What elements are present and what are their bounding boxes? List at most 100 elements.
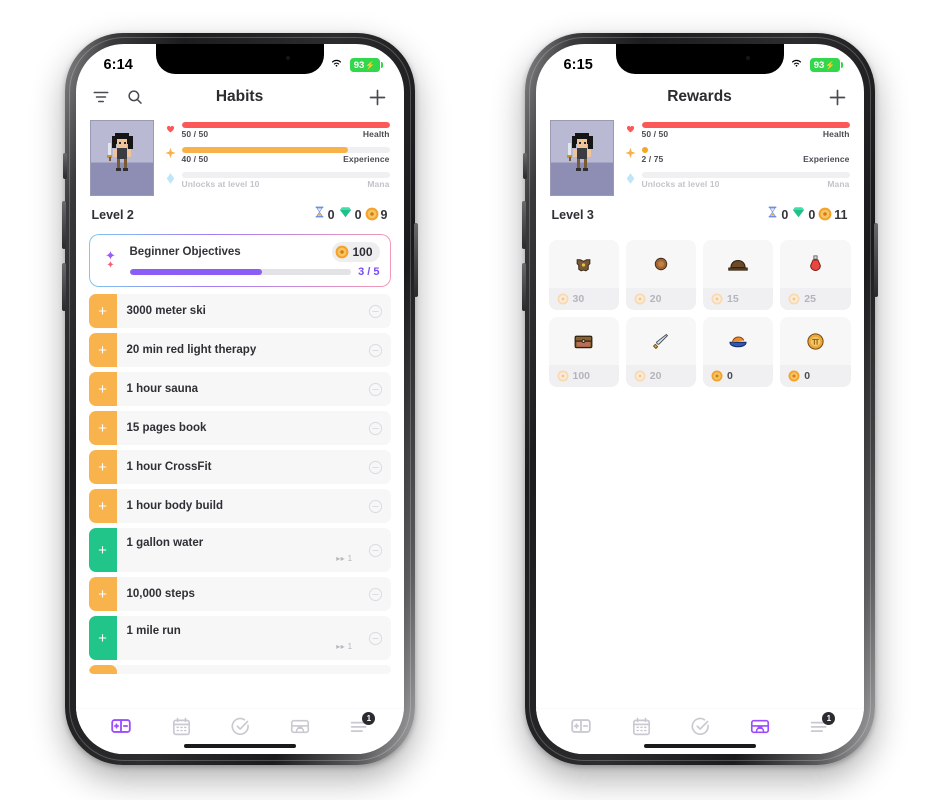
habit-decrement-button[interactable] xyxy=(361,528,391,572)
habit-increment-button[interactable]: + xyxy=(88,616,117,660)
tab-menu[interactable]: 1 xyxy=(349,711,376,742)
tab-tasks[interactable] xyxy=(690,716,711,742)
search-icon[interactable] xyxy=(126,88,144,106)
habit-row[interactable]: + 1 hour sauna xyxy=(88,372,391,406)
reward-card[interactable]: 25 xyxy=(780,240,851,310)
reward-cost: 20 xyxy=(625,365,696,387)
habit-row[interactable]: + 3000 meter ski xyxy=(88,294,391,328)
habit-row[interactable]: + 1 hour CrossFit xyxy=(88,450,391,484)
habit-increment-button[interactable]: + xyxy=(88,294,117,328)
silent-switch[interactable] xyxy=(62,153,67,179)
habit-name: 20 min red light therapy xyxy=(126,344,257,356)
habit-list[interactable]: + 3000 meter ski + 20 min red light ther… xyxy=(76,294,404,708)
stat-bars: 50 / 50 Health 40 / 50 Experience Unlock… xyxy=(164,120,390,197)
potion-icon xyxy=(780,240,850,288)
habit-decrement-button[interactable] xyxy=(361,294,391,328)
reward-card[interactable]: 15 xyxy=(703,240,774,310)
habit-decrement-button[interactable] xyxy=(361,333,391,367)
habit-increment-button[interactable]: + xyxy=(88,372,117,406)
tab-calendar[interactable] xyxy=(171,716,192,742)
volume-up-button[interactable] xyxy=(61,201,66,249)
stat-bar-track xyxy=(641,172,850,178)
reward-cost: 100 xyxy=(548,365,619,387)
add-button[interactable] xyxy=(827,87,848,108)
stat-bar-fill xyxy=(641,122,850,128)
habit-name: 1 hour CrossFit xyxy=(126,461,212,473)
habit-increment-button[interactable]: + xyxy=(88,577,117,611)
reward-card[interactable]: 30 xyxy=(548,240,619,310)
tab-habits[interactable] xyxy=(109,715,133,742)
habit-content: 1 gallon water ▸▸ 1 xyxy=(117,528,361,572)
habit-row[interactable]: + 20 min red light therapy xyxy=(88,333,391,367)
habit-row-partial[interactable] xyxy=(88,665,391,674)
avatar[interactable] xyxy=(549,120,614,196)
currency-value: 0 xyxy=(781,207,789,222)
reward-cost: 0 xyxy=(703,365,774,387)
habit-row[interactable]: + 10,000 steps xyxy=(88,577,391,611)
habit-increment-button[interactable]: + xyxy=(88,450,117,484)
avatar[interactable] xyxy=(89,120,154,196)
stat-label: Mana xyxy=(827,179,850,189)
habit-decrement-button[interactable] xyxy=(361,372,391,406)
tab-menu[interactable]: 1 xyxy=(809,711,836,742)
coin-icon xyxy=(335,243,349,261)
silent-switch[interactable] xyxy=(522,153,527,179)
plus-minus-icon xyxy=(109,715,133,742)
power-button[interactable] xyxy=(413,223,418,297)
habit-row[interactable]: + 15 pages book xyxy=(88,411,391,445)
volume-up-button[interactable] xyxy=(521,201,526,249)
objectives-reward-value: 100 xyxy=(352,245,373,259)
currency-value: 11 xyxy=(834,207,848,222)
beginner-objectives-card[interactable]: ✦ ✦ Beginner Objectives 100 3 / 5 xyxy=(89,234,391,287)
tab-calendar[interactable] xyxy=(631,716,652,742)
sword-icon xyxy=(626,317,696,365)
habit-increment-button[interactable]: + xyxy=(88,489,117,523)
reward-card[interactable]: 20 xyxy=(625,240,696,310)
habit-decrement-button[interactable] xyxy=(361,411,391,445)
reward-card[interactable]: 20 xyxy=(625,317,696,387)
add-button[interactable] xyxy=(367,87,388,108)
habit-increment-button[interactable]: + xyxy=(88,411,117,445)
battery-charging-icon: 93 ⚡ xyxy=(349,58,383,72)
reward-cost: 20 xyxy=(625,288,696,310)
tab-rewards[interactable] xyxy=(749,716,771,742)
habit-decrement-button[interactable] xyxy=(361,489,391,523)
habit-content: 1 hour sauna xyxy=(117,372,361,406)
filter-icon[interactable] xyxy=(92,88,110,106)
level-row: Level 3 0 0 11 xyxy=(536,197,864,234)
hourglass-icon xyxy=(766,205,779,224)
tab-tasks[interactable] xyxy=(230,716,251,742)
habit-increment-button[interactable]: + xyxy=(88,333,117,367)
habit-row[interactable]: + 1 mile run ▸▸ 1 xyxy=(88,616,391,660)
reward-card[interactable]: 100 xyxy=(548,317,619,387)
tab-rewards[interactable] xyxy=(289,716,311,742)
reward-card[interactable]: 0 xyxy=(703,317,774,387)
volume-down-button[interactable] xyxy=(61,263,66,311)
stat-bar-track xyxy=(181,147,390,153)
hourglass-icon xyxy=(313,205,326,224)
reward-cost-value: 0 xyxy=(804,370,811,382)
habit-decrement-button[interactable] xyxy=(361,450,391,484)
tab-habits[interactable] xyxy=(569,715,593,742)
status-indicators: 93 ⚡ xyxy=(789,55,843,75)
power-button[interactable] xyxy=(873,223,878,297)
volume-down-button[interactable] xyxy=(521,263,526,311)
reward-cost-value: 0 xyxy=(727,370,733,382)
objectives-reward: 100 xyxy=(332,242,380,262)
habit-increment-button[interactable] xyxy=(88,665,117,674)
habit-decrement-button[interactable] xyxy=(361,577,391,611)
reward-card[interactable]: 0 xyxy=(780,317,851,387)
objectives-progress-text: 3 / 5 xyxy=(358,266,380,278)
habit-row[interactable]: + 1 hour body build xyxy=(88,489,391,523)
chest-icon xyxy=(289,716,311,742)
habit-name: 1 hour sauna xyxy=(126,383,199,395)
nav-bar: Rewards xyxy=(536,80,864,118)
habit-increment-button[interactable]: + xyxy=(88,528,117,572)
habit-decrement-button[interactable] xyxy=(361,616,391,660)
currency-value: 0 xyxy=(808,207,816,222)
shield-icon xyxy=(626,240,696,288)
habit-row[interactable]: + 1 gallon water ▸▸ 1 xyxy=(88,528,391,572)
sparkle-icon xyxy=(624,147,637,163)
currency-coin: 9 xyxy=(365,206,388,224)
currency-hourglass: 0 xyxy=(313,205,335,224)
